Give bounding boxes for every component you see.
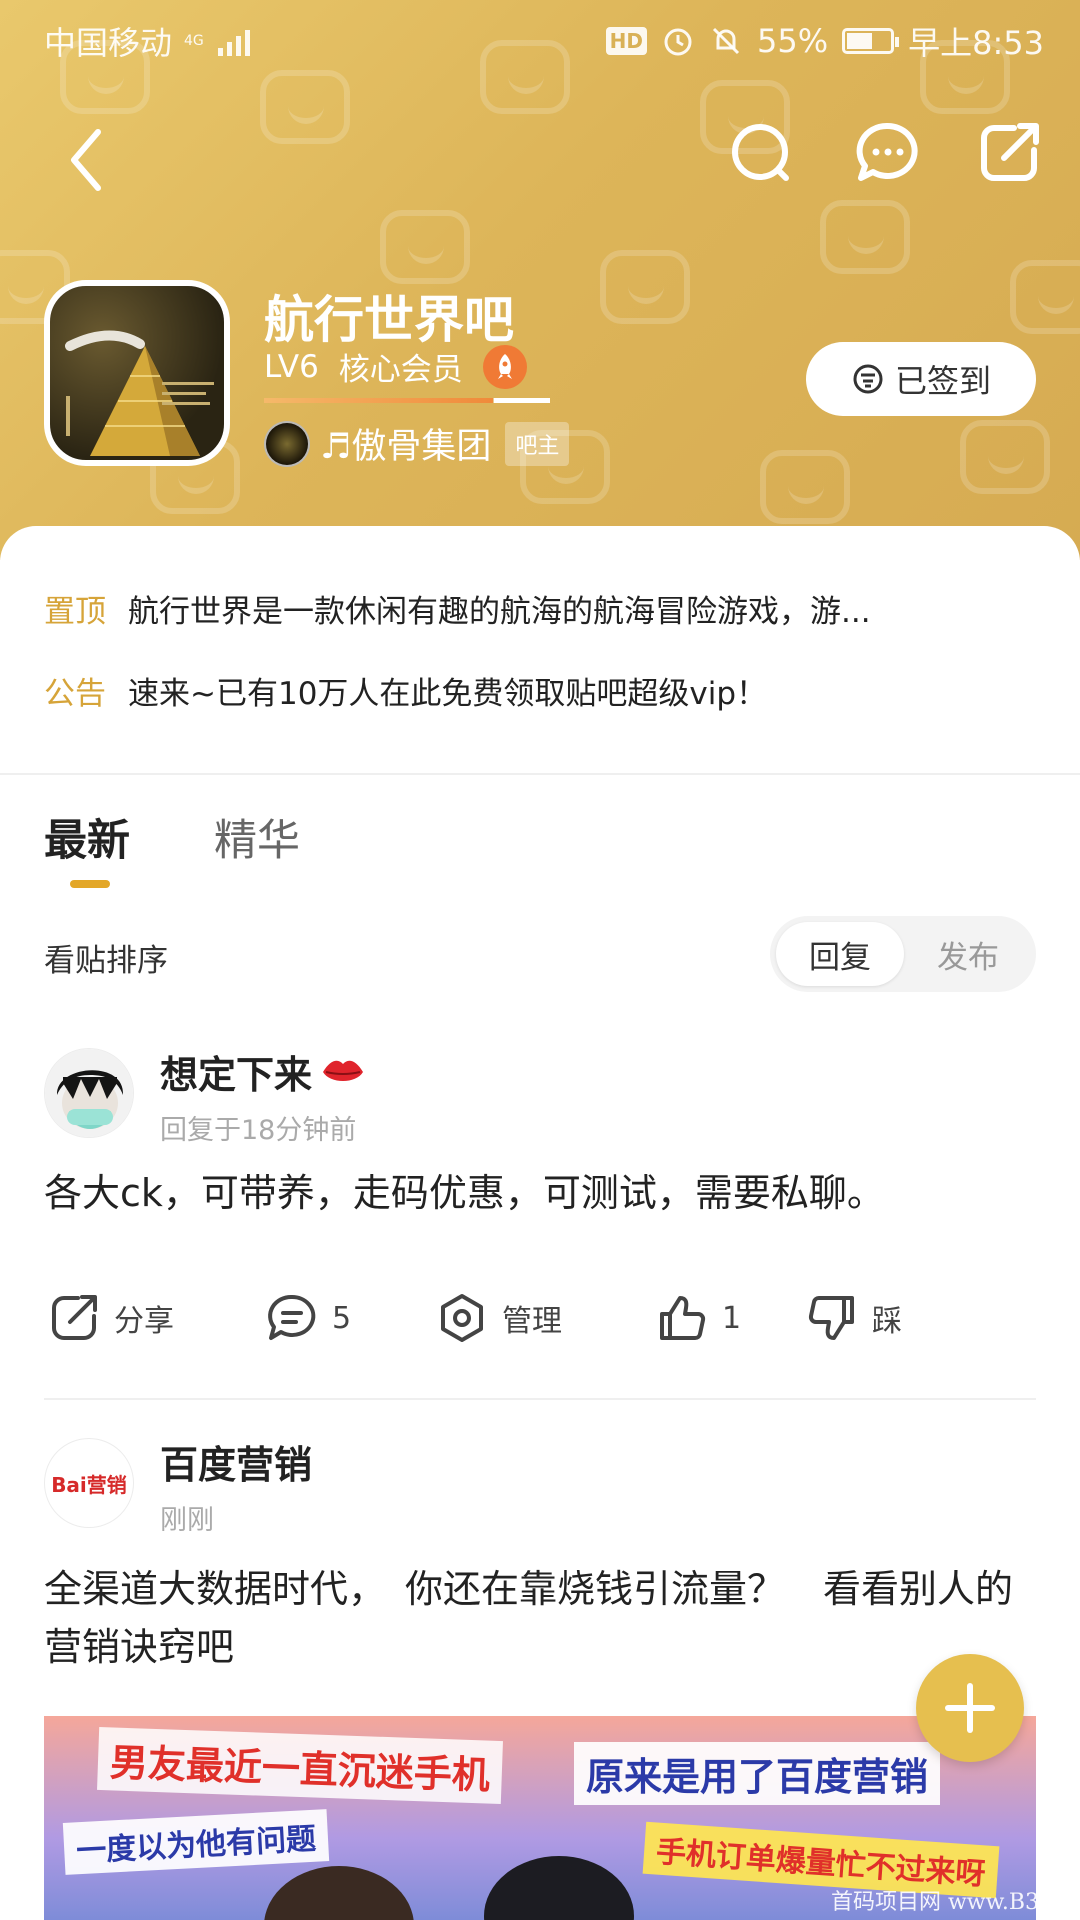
alarm-icon [664,28,692,56]
signal-icon [217,26,250,56]
forum-owner[interactable]: ♬傲骨集团 吧主 [264,418,570,469]
avatar[interactable] [44,1048,134,1138]
tab-indicator [70,880,110,888]
level-progress-bar [264,398,550,403]
member-title: 核心会员 [338,352,463,388]
hd-badge: HD [605,27,647,55]
comment-count: 5 [332,1300,352,1336]
status-bar: 中国移动 4G HD 55% 早上8:53 [0,0,1080,76]
manage-label: 管理 [502,1304,562,1339]
owner-badge: 吧主 [505,421,570,466]
post-author[interactable]: 百度营销 [160,1434,312,1489]
mute-icon [712,27,740,55]
battery-percent: 55% [757,22,829,60]
ad-line-3: 一度以为他有问题 [62,1809,330,1875]
forum-header: 中国移动 4G HD 55% 早上8:53 航行世界吧 LV6 核心会员 ♬傲骨… [0,0,1080,560]
comment-icon [268,1294,316,1340]
back-icon[interactable] [60,120,120,200]
post-author-name: 百度营销 [160,1443,313,1487]
new-post-button[interactable] [916,1654,1024,1762]
ad-person-left [264,1866,414,1920]
pinned-tag: 置顶 [44,594,106,630]
share-action[interactable]: 分享 [48,1292,174,1344]
pinned-text: 航行世界是一款休闲有趣的航海的航海冒险游戏，游... [128,594,871,630]
pinned-notice[interactable]: 置顶 航行世界是一款休闲有趣的航海的航海冒险游戏，游... [44,586,1004,631]
dislike-label: 踩 [872,1304,902,1339]
post-time: 回复于18分钟前 [160,1115,357,1146]
tab-latest[interactable]: 最新 [44,806,130,868]
network-label: 4G [184,33,204,49]
owner-avatar [264,420,310,467]
sort-toggle: 回复 发布 [770,916,1036,992]
message-icon[interactable] [852,118,922,188]
avatar-logo-text: Bai营销 [51,1472,127,1497]
like-count: 1 [722,1300,742,1336]
post-time: 刚刚 [160,1505,214,1536]
share-label: 分享 [114,1304,174,1339]
signin-button[interactable]: 已签到 [806,342,1036,416]
signin-label: 已签到 [894,362,991,400]
ad-line-1: 男友最近一直沉迷手机 [97,1726,503,1805]
plus-icon [945,1683,995,1733]
watermark: 首码项目网 www.B318. [830,1890,1074,1915]
share-icon[interactable] [974,118,1044,188]
sort-by-reply[interactable]: 回复 [776,922,904,986]
level-label: LV6 [264,348,319,385]
pyramid-illustration [65,330,214,456]
lips-icon [323,1060,364,1081]
manage-action[interactable]: 管理 [436,1292,562,1344]
ad-line-2: 原来是用了百度营销 [574,1742,941,1805]
owner-name: ♬傲骨集团 [320,427,492,467]
share-icon [52,1295,97,1340]
post-divider [44,1398,1036,1400]
sort-by-publish[interactable]: 发布 [904,922,1032,986]
avatar[interactable]: Bai营销 [44,1438,134,1528]
comment-action[interactable]: 5 [266,1292,351,1344]
like-action[interactable]: 1 [656,1292,741,1344]
carrier-label: 中国移动 [44,24,173,62]
thumbs-down-icon [808,1296,854,1340]
sort-label: 看贴排序 [44,943,168,979]
announcement-text: 速来~已有10万人在此免费领取贴吧超级vip！ [128,676,768,712]
divider [0,773,1080,775]
post-author-name: 想定下来 [160,1053,313,1097]
thumbs-up-icon [660,1296,706,1340]
ad-person-right [484,1856,634,1920]
member-level: LV6 核心会员 [264,344,527,389]
announcement-notice[interactable]: 公告 速来~已有10万人在此免费领取贴吧超级vip！ [44,668,1004,713]
forum-avatar[interactable] [44,280,230,466]
forum-title: 航行世界吧 [264,291,514,349]
post-body[interactable]: 各大ck，可带养，走码优惠，可测试，需要私聊。 [44,1164,1034,1222]
clock: 早上8:53 [908,24,1044,62]
search-icon[interactable] [726,118,796,188]
manage-icon [441,1294,483,1342]
dislike-action[interactable]: 踩 [806,1292,902,1344]
tab-featured[interactable]: 精华 [214,806,300,868]
post-body[interactable]: 全渠道大数据时代， 你还在靠烧钱引流量？ 看看别人的营销诀窍吧 [44,1560,1034,1676]
rocket-icon[interactable] [482,344,527,389]
battery-icon [842,28,900,54]
signin-icon [853,364,883,394]
post-author[interactable]: 想定下来 [160,1044,366,1099]
announcement-tag: 公告 [44,676,106,712]
